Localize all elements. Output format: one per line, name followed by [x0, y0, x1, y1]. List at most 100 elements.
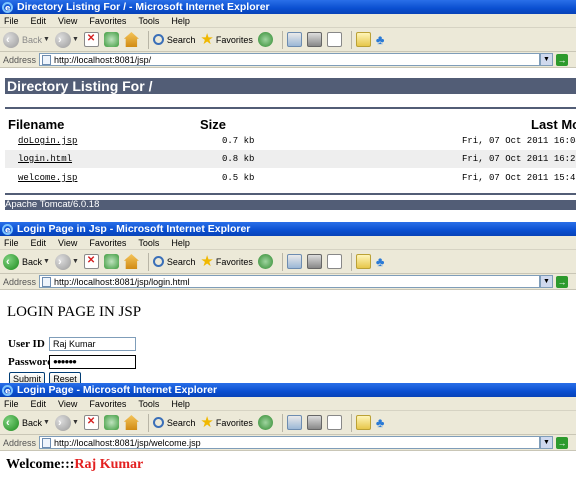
forward-button[interactable]: › ▼	[54, 253, 79, 270]
go-button[interactable]: →	[556, 436, 576, 449]
file-link[interactable]: doLogin.jsp	[18, 136, 77, 146]
stop-icon[interactable]	[83, 32, 99, 47]
search-button[interactable]: Search	[152, 417, 195, 428]
stop-icon[interactable]	[83, 254, 99, 269]
menu-help[interactable]: Help	[171, 238, 190, 248]
address-dropdown-icon[interactable]: ▼	[540, 275, 553, 288]
file-size: 0.8 kb	[222, 154, 255, 164]
back-button[interactable]: ‹ Back ▼	[3, 253, 50, 270]
menu-tools[interactable]: Tools	[138, 238, 159, 248]
column-modified: Last Mod	[531, 117, 576, 132]
search-button[interactable]: Search	[152, 256, 195, 267]
menu-tools[interactable]: Tools	[138, 16, 159, 26]
search-icon	[152, 34, 164, 45]
search-label: Search	[166, 34, 196, 45]
menu-help[interactable]: Help	[171, 399, 190, 409]
welcome-window: e Login Page - Microsoft Internet Explor…	[0, 383, 576, 477]
home-icon[interactable]	[123, 32, 139, 47]
toolbar-separator	[147, 413, 149, 432]
ie-icon: e	[2, 1, 13, 13]
back-button[interactable]: ‹ Back ▼	[3, 31, 50, 48]
welcome-message: Welcome:::Raj Kumar	[6, 457, 143, 473]
back-button[interactable]: ‹ Back ▼	[3, 414, 50, 431]
page-content: LOGIN PAGE IN JSP User ID Raj Kumar Pass…	[0, 290, 576, 383]
print-icon[interactable]	[306, 415, 322, 430]
edit-icon[interactable]	[326, 254, 342, 269]
title-bar[interactable]: e Login Page - Microsoft Internet Explor…	[0, 383, 576, 397]
table-row: welcome.jsp 0.5 kb Fri, 07 Oct 2011 15:4…	[5, 169, 576, 187]
file-link[interactable]: welcome.jsp	[18, 173, 77, 183]
forward-arrow-icon: ›	[54, 253, 71, 270]
toolbar-separator	[281, 252, 283, 271]
go-button[interactable]: →	[556, 53, 576, 66]
search-button[interactable]: Search	[152, 34, 196, 45]
messenger-icon[interactable]: ♣	[376, 254, 385, 269]
address-dropdown-icon[interactable]: ▼	[540, 53, 553, 66]
address-input[interactable]: http://localhost:8081/jsp/welcome.jsp	[39, 436, 540, 449]
stop-icon[interactable]	[83, 415, 99, 430]
submit-button[interactable]: Submit	[9, 372, 45, 383]
refresh-icon[interactable]	[103, 32, 119, 47]
favorites-button[interactable]: ★ Favorites	[200, 254, 252, 269]
menu-favorites[interactable]: Favorites	[89, 238, 126, 248]
menu-view[interactable]: View	[58, 16, 77, 26]
page-icon	[42, 276, 52, 287]
favorites-button[interactable]: ★ Favorites	[200, 415, 252, 430]
address-input[interactable]: http://localhost:8081/jsp/login.html	[39, 275, 540, 288]
home-icon[interactable]	[123, 254, 139, 269]
history-icon[interactable]	[257, 32, 273, 47]
menu-file[interactable]: File	[4, 399, 19, 409]
messenger-icon[interactable]: ♣	[376, 415, 385, 430]
go-button[interactable]: →	[556, 275, 576, 288]
favorites-button[interactable]: ★ Favorites	[200, 32, 252, 47]
menu-edit[interactable]: Edit	[31, 399, 47, 409]
menu-favorites[interactable]: Favorites	[89, 16, 126, 26]
edit-icon[interactable]	[326, 32, 342, 47]
password-input[interactable]: ●●●●●●	[49, 355, 136, 369]
menu-view[interactable]: View	[58, 238, 77, 248]
mail-icon[interactable]	[286, 415, 302, 430]
history-icon[interactable]	[257, 254, 273, 269]
home-icon[interactable]	[123, 415, 139, 430]
user-id-input[interactable]: Raj Kumar	[49, 337, 136, 351]
file-link[interactable]: login.html	[18, 154, 72, 164]
menu-favorites[interactable]: Favorites	[89, 399, 126, 409]
print-icon[interactable]	[306, 32, 322, 47]
folder-icon[interactable]	[355, 32, 371, 47]
refresh-icon[interactable]	[103, 415, 119, 430]
go-arrow-icon: →	[556, 275, 568, 288]
menu-tools[interactable]: Tools	[138, 399, 159, 409]
address-dropdown-icon[interactable]: ▼	[540, 436, 553, 449]
messenger-icon[interactable]: ♣	[376, 32, 385, 47]
menu-file[interactable]: File	[4, 16, 19, 26]
toolbar-separator	[281, 413, 283, 432]
title-bar[interactable]: e Directory Listing For / - Microsoft In…	[0, 0, 576, 14]
print-icon[interactable]	[306, 254, 322, 269]
mail-icon[interactable]	[286, 254, 302, 269]
search-icon	[152, 417, 164, 428]
go-arrow-icon: →	[556, 436, 568, 449]
forward-button[interactable]: › ▼	[54, 31, 79, 48]
history-icon[interactable]	[257, 415, 273, 430]
title-bar[interactable]: e Login Page in Jsp - Microsoft Internet…	[0, 222, 576, 236]
refresh-icon[interactable]	[103, 254, 119, 269]
menu-view[interactable]: View	[58, 399, 77, 409]
back-arrow-icon: ‹	[3, 253, 19, 270]
menu-edit[interactable]: Edit	[31, 238, 47, 248]
menu-edit[interactable]: Edit	[31, 16, 47, 26]
address-input[interactable]: http://localhost:8081/jsp/	[39, 53, 540, 66]
menu-help[interactable]: Help	[171, 16, 190, 26]
back-label: Back	[22, 256, 43, 267]
ie-icon: e	[2, 223, 13, 235]
forward-button[interactable]: › ▼	[54, 414, 79, 431]
reset-button[interactable]: Reset	[49, 372, 81, 383]
file-size: 0.5 kb	[222, 173, 255, 183]
edit-icon[interactable]	[326, 415, 342, 430]
mail-icon[interactable]	[286, 32, 302, 47]
folder-icon[interactable]	[355, 254, 371, 269]
file-size: 0.7 kb	[222, 136, 255, 146]
toolbar-separator	[350, 30, 352, 49]
folder-icon[interactable]	[355, 415, 371, 430]
menu-file[interactable]: File	[4, 238, 19, 248]
welcome-user-name: Raj Kumar	[74, 457, 144, 472]
